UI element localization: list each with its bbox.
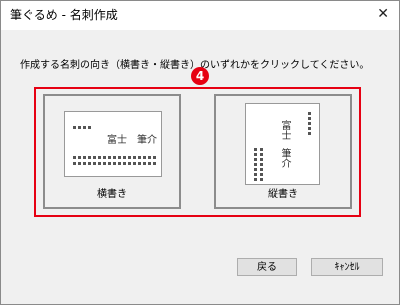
vertical-option-button[interactable]: 富士 筆介 縦書き xyxy=(214,94,352,209)
title-bar: 筆ぐるめ - 名刺作成 ✕ xyxy=(1,1,399,30)
vertical-card-address-dots-2 xyxy=(260,148,263,181)
vertical-card-preview: 富士 筆介 xyxy=(245,103,320,185)
vertical-card-logo-dots xyxy=(308,112,311,135)
back-button[interactable]: 戻る xyxy=(237,258,297,276)
vertical-card-given-name: 筆介 xyxy=(279,148,290,168)
window-title: 筆ぐるめ - 名刺作成 xyxy=(10,8,118,22)
horizontal-option-button[interactable]: 富士 筆介 横書き xyxy=(43,94,181,209)
dialog-window: 筆ぐるめ - 名刺作成 ✕ 作成する名刺の向き（横書き・縦書き）のいずれかをクリ… xyxy=(0,0,400,305)
horizontal-card-name: 富士 筆介 xyxy=(107,135,157,146)
horizontal-card-address-dots-2 xyxy=(73,162,156,165)
vertical-option-label: 縦書き xyxy=(268,189,298,200)
step-badge: 4 xyxy=(191,67,209,85)
cancel-button[interactable]: ｷｬﾝｾﾙ xyxy=(311,258,383,276)
horizontal-card-address-dots-1 xyxy=(73,156,156,159)
horizontal-option-label: 横書き xyxy=(97,189,127,200)
vertical-card-address-dots-1 xyxy=(254,148,257,181)
horizontal-card-preview: 富士 筆介 xyxy=(64,111,162,177)
close-icon[interactable]: ✕ xyxy=(377,6,389,22)
horizontal-card-logo-dots xyxy=(73,126,91,129)
vertical-card-surname: 富士 xyxy=(279,120,290,140)
